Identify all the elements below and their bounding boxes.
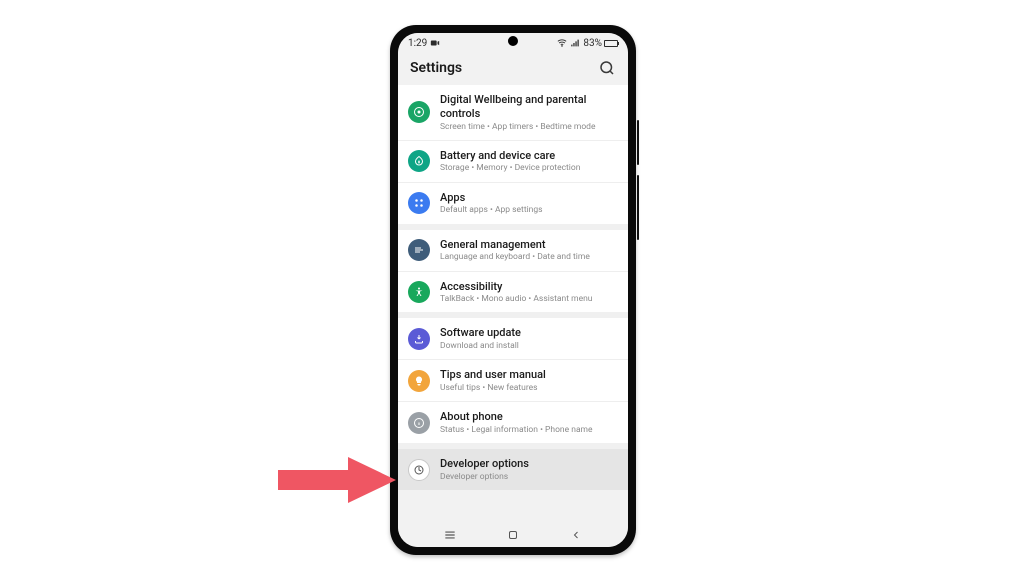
callout-arrow bbox=[278, 455, 398, 505]
signal-icon bbox=[570, 38, 580, 48]
row-subtitle: Download and install bbox=[440, 341, 616, 351]
row-subtitle: Storage • Memory • Device protection bbox=[440, 163, 616, 173]
row-subtitle: Status • Legal information • Phone name bbox=[440, 425, 616, 435]
row-subtitle: Screen time • App timers • Bedtime mode bbox=[440, 122, 616, 132]
row-title: Apps bbox=[440, 191, 616, 205]
row-title: Digital Wellbeing and parental controls bbox=[440, 93, 616, 121]
settings-list[interactable]: Digital Wellbeing and parental controlsS… bbox=[398, 85, 628, 523]
page-title: Settings bbox=[410, 60, 462, 76]
accessibility-icon bbox=[408, 281, 430, 303]
system-nav-bar bbox=[398, 523, 628, 547]
wifi-icon bbox=[557, 38, 567, 48]
row-title: Battery and device care bbox=[440, 149, 616, 163]
tips-icon bbox=[408, 370, 430, 392]
about-icon bbox=[408, 412, 430, 434]
back-button[interactable] bbox=[568, 527, 584, 543]
volume-button bbox=[637, 120, 639, 165]
wellbeing-icon bbox=[408, 101, 430, 123]
back-icon bbox=[570, 529, 582, 541]
status-time: 1:29 bbox=[408, 38, 427, 49]
row-subtitle: Developer options bbox=[440, 472, 616, 482]
row-title: Accessibility bbox=[440, 280, 616, 294]
settings-row-general[interactable]: General managementLanguage and keyboard … bbox=[398, 230, 628, 272]
settings-row-apps[interactable]: AppsDefault apps • App settings bbox=[398, 183, 628, 224]
search-icon bbox=[598, 59, 616, 77]
battery-percent: 83% bbox=[583, 38, 602, 49]
search-button[interactable] bbox=[598, 59, 616, 77]
row-title: Tips and user manual bbox=[440, 368, 616, 382]
app-bar: Settings bbox=[398, 53, 628, 85]
settings-row-accessibility[interactable]: AccessibilityTalkBack • Mono audio • Ass… bbox=[398, 272, 628, 313]
settings-row-devopts[interactable]: Developer optionsDeveloper options bbox=[398, 449, 628, 490]
home-icon bbox=[507, 529, 519, 541]
developer-icon bbox=[408, 459, 430, 481]
power-button bbox=[637, 175, 639, 240]
row-subtitle: Useful tips • New features bbox=[440, 383, 616, 393]
row-subtitle: TalkBack • Mono audio • Assistant menu bbox=[440, 294, 616, 304]
row-title: General management bbox=[440, 238, 616, 252]
phone-frame: 1:29 83% Settings Digital W bbox=[390, 25, 636, 555]
update-icon bbox=[408, 328, 430, 350]
row-title: Developer options bbox=[440, 457, 616, 471]
battery-care-icon bbox=[408, 150, 430, 172]
phone-screen: 1:29 83% Settings Digital W bbox=[398, 33, 628, 547]
recents-button[interactable] bbox=[442, 527, 458, 543]
settings-row-swupdate[interactable]: Software updateDownload and install bbox=[398, 318, 628, 360]
apps-icon bbox=[408, 192, 430, 214]
row-subtitle: Default apps • App settings bbox=[440, 205, 616, 215]
video-icon bbox=[430, 38, 440, 48]
stage: 1:29 83% Settings Digital W bbox=[0, 0, 1024, 576]
status-bar: 1:29 83% bbox=[398, 33, 628, 53]
settings-row-tips[interactable]: Tips and user manualUseful tips • New fe… bbox=[398, 360, 628, 402]
general-icon bbox=[408, 239, 430, 261]
row-title: Software update bbox=[440, 326, 616, 340]
camera-hole bbox=[508, 36, 518, 46]
settings-row-wellbeing[interactable]: Digital Wellbeing and parental controlsS… bbox=[398, 85, 628, 141]
settings-row-battery[interactable]: Battery and device careStorage • Memory … bbox=[398, 141, 628, 183]
row-title: About phone bbox=[440, 410, 616, 424]
home-button[interactable] bbox=[505, 527, 521, 543]
battery-indicator: 83% bbox=[583, 38, 618, 49]
recents-icon bbox=[443, 528, 457, 542]
row-subtitle: Language and keyboard • Date and time bbox=[440, 252, 616, 262]
settings-row-about[interactable]: About phoneStatus • Legal information • … bbox=[398, 402, 628, 443]
